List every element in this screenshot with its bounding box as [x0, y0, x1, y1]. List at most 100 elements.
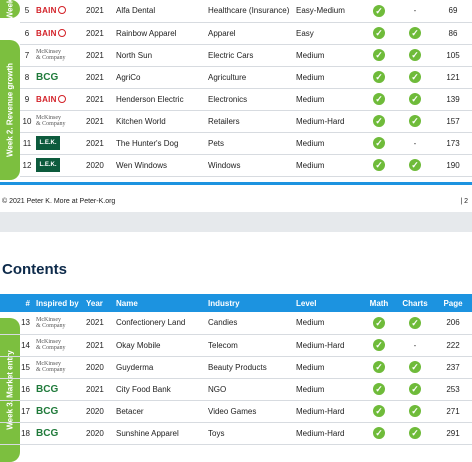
level-cell: Medium: [294, 312, 362, 335]
case-name: Okay Mobile: [114, 334, 206, 357]
table-row: 7 McKinsey & Company 2021 North Sun Electric …: [20, 44, 472, 67]
bain-ring-icon: [57, 94, 66, 103]
industry-cell: Retailers: [206, 110, 294, 133]
year-cell: 2021: [84, 378, 114, 401]
checkmark-icon: ✓: [409, 427, 421, 439]
level-cell: Medium-Hard: [294, 110, 362, 133]
checkmark-icon: ✓: [409, 93, 421, 105]
year-cell: 2021: [84, 88, 114, 111]
checkmark-icon: ✓: [373, 405, 385, 417]
page-cell: 69: [434, 0, 472, 23]
math-cell: ✓: [362, 400, 396, 423]
page-cell: 121: [434, 66, 472, 89]
mckinsey-logo: McKinsey & Company: [36, 115, 66, 127]
inspired-by-cell: McKinsey & Company: [34, 356, 84, 379]
lek-logo: L.E.K.: [36, 158, 60, 172]
case-name: North Sun: [114, 44, 206, 67]
checkmark-icon: ✓: [409, 27, 421, 39]
math-cell: ✓: [362, 334, 396, 357]
lek-logo: L.E.K.: [36, 136, 60, 150]
industry-cell: Toys: [206, 422, 294, 445]
dash-mark: -: [413, 340, 417, 350]
checkmark-icon: ✓: [373, 361, 385, 373]
level-cell: Medium-Hard: [294, 334, 362, 357]
charts-cell: ✓: [396, 312, 434, 335]
year-cell: 2021: [84, 0, 114, 23]
checkmark-icon: ✓: [409, 115, 421, 127]
header-industry: Industry: [206, 294, 294, 312]
industry-cell: Healthcare (Insurance): [206, 0, 294, 23]
page-cell: 86: [434, 22, 472, 45]
industry-cell: Candies: [206, 312, 294, 335]
industry-cell: Beauty Products: [206, 356, 294, 379]
page-cell: 105: [434, 44, 472, 67]
mckinsey-logo: McKinsey & Company: [36, 339, 66, 351]
checkmark-icon: ✓: [409, 49, 421, 61]
case-name: AgriCo: [114, 66, 206, 89]
page-cell: 237: [434, 356, 472, 379]
year-cell: 2021: [84, 312, 114, 335]
industry-cell: Video Games: [206, 400, 294, 423]
table-row: 15 McKinsey & Company 2020 Guyderma Beauty Pr…: [0, 356, 472, 379]
inspired-by-cell: BCG: [34, 378, 84, 401]
industry-cell: Pets: [206, 132, 294, 155]
bcg-logo: BCG: [36, 383, 59, 395]
header-level: Level: [294, 294, 362, 312]
checkmark-icon: ✓: [409, 361, 421, 373]
checkmark-icon: ✓: [373, 115, 385, 127]
page-bottom-rule: [0, 182, 472, 185]
industry-cell: Apparel: [206, 22, 294, 45]
page-cell: 139: [434, 88, 472, 111]
case-number: 8: [20, 66, 34, 89]
math-cell: ✓: [362, 44, 396, 67]
checkmark-icon: ✓: [409, 405, 421, 417]
bain-logo: BAIN: [36, 28, 66, 38]
checkmark-icon: ✓: [409, 383, 421, 395]
bain-ring-icon: [57, 6, 66, 15]
checkmark-icon: ✓: [373, 427, 385, 439]
year-cell: 2020: [84, 154, 114, 177]
charts-cell: ✓: [396, 66, 434, 89]
math-cell: ✓: [362, 132, 396, 155]
contents-table-page-3: # Inspired by Year Name Industry Level M…: [0, 294, 472, 445]
week-2-band: Week 2. Revenue growth: [0, 40, 20, 180]
case-name: Kitchen World: [114, 110, 206, 133]
mckinsey-logo: McKinsey & Company: [36, 361, 66, 373]
level-cell: Medium: [294, 44, 362, 67]
math-cell: ✓: [362, 110, 396, 133]
page-number: | 2: [460, 198, 468, 205]
case-name: Sunshine Apparel: [114, 422, 206, 445]
case-name: Henderson Electric: [114, 88, 206, 111]
case-number: 5: [20, 0, 34, 23]
inspired-by-cell: McKinsey & Company: [34, 312, 84, 335]
math-cell: ✓: [362, 378, 396, 401]
inspired-by-cell: BCG: [34, 400, 84, 423]
charts-cell: ✓: [396, 422, 434, 445]
math-cell: ✓: [362, 356, 396, 379]
charts-cell: ✓: [396, 110, 434, 133]
case-number: 16: [0, 378, 34, 401]
charts-cell: ✓: [396, 22, 434, 45]
dash-mark: -: [413, 138, 417, 148]
table-row: 14 McKinsey & Company 2021 Okay Mobile Teleco…: [0, 334, 472, 357]
charts-cell: ✓: [396, 154, 434, 177]
table-row: 8 BCG 2021 AgriCo Agriculture Medium ✓ ✓ 121: [20, 66, 472, 89]
bain-logo: BAIN: [36, 6, 66, 15]
table-row: 5 BAIN 2021 Alfa Dental Healthcare (Insuranc…: [20, 0, 472, 23]
inspired-by-cell: BAIN: [34, 0, 84, 23]
level-cell: Medium-Hard: [294, 400, 362, 423]
case-number: 18: [0, 422, 34, 445]
industry-cell: Windows: [206, 154, 294, 177]
contents-table-page-2: 5 BAIN 2021 Alfa Dental Healthcare (Insuranc…: [20, 0, 472, 177]
charts-cell: -: [396, 132, 434, 155]
case-name: Confectionery Land: [114, 312, 206, 335]
year-cell: 2020: [84, 422, 114, 445]
table-row: 9 BAIN 2021 Henderson Electric Electronics Me…: [20, 88, 472, 111]
year-cell: 2021: [84, 132, 114, 155]
table-row: 17 BCG 2020 Betacer Video Games Medium-Hard ✓ ✓…: [0, 400, 472, 423]
inspired-by-cell: L.E.K.: [34, 132, 84, 155]
case-name: City Food Bank: [114, 378, 206, 401]
inspired-by-cell: McKinsey & Company: [34, 110, 84, 133]
case-number: 13: [0, 312, 34, 335]
checkmark-icon: ✓: [409, 71, 421, 83]
